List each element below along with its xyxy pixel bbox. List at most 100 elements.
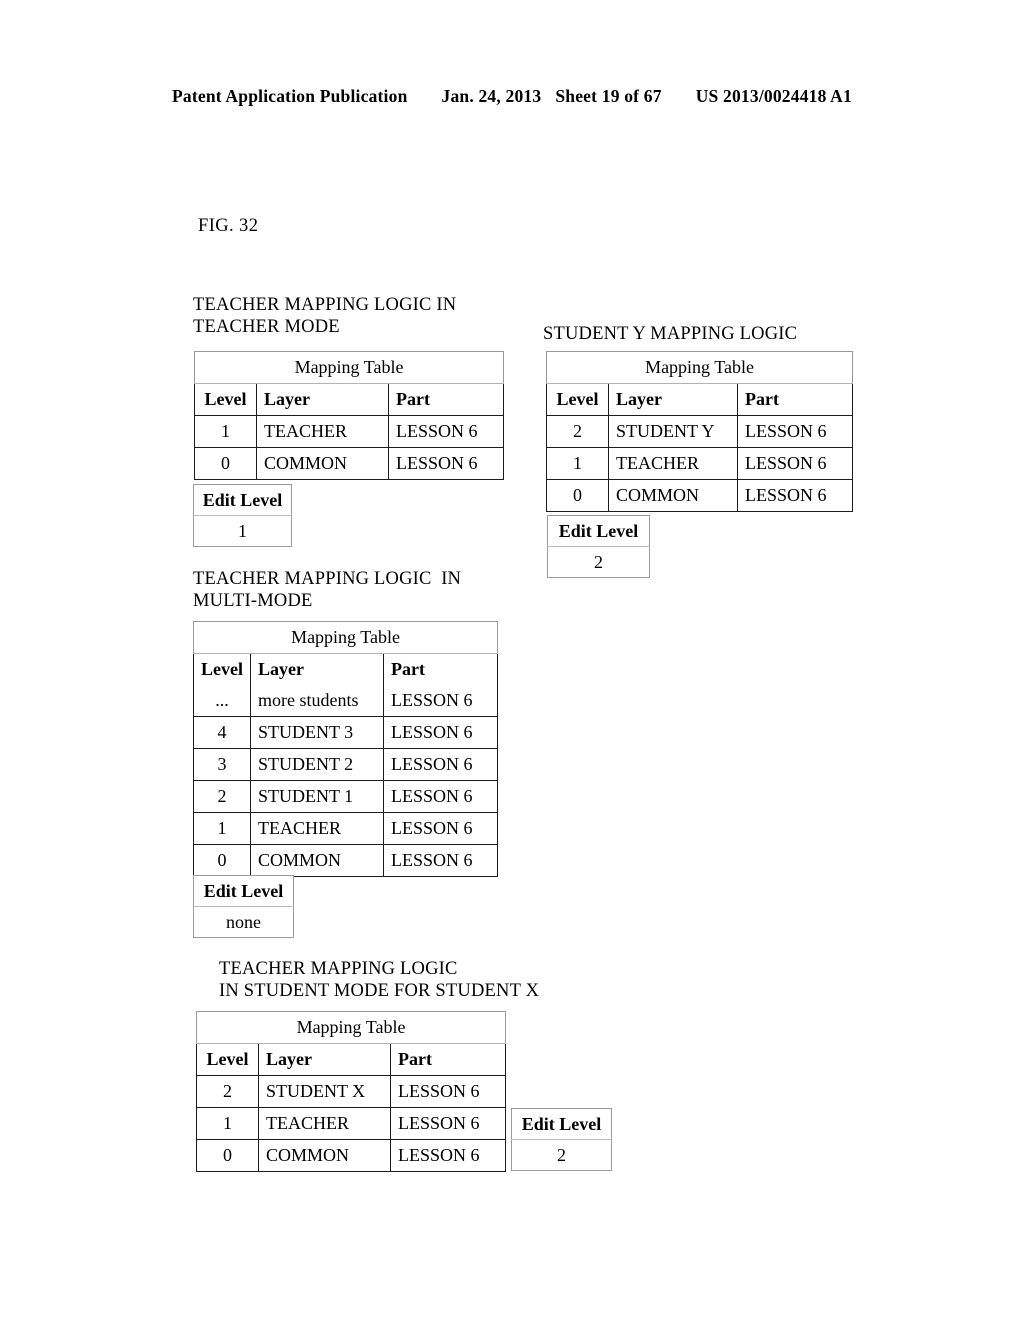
table-row: 2 STUDENT Y LESSON 6: [546, 415, 854, 448]
mapping-table-teacher-mode: Mapping Table Level Layer Part 1 TEACHER…: [193, 351, 505, 480]
cell-part: LESSON 6: [382, 844, 499, 877]
table-row: 0 COMMON LESSON 6: [193, 844, 499, 877]
mapping-table-title: Mapping Table: [192, 621, 499, 654]
table-row: 0 COMMON LESSON 6: [194, 447, 505, 480]
caption-student-x: TEACHER MAPPING LOGIC IN STUDENT MODE FO…: [219, 959, 540, 1001]
column-header-part: Part: [389, 1043, 507, 1076]
mapping-table-title: Mapping Table: [195, 1011, 507, 1044]
sheet-number: Sheet 19 of 67: [555, 86, 662, 106]
column-header-part: Part: [382, 653, 499, 685]
edit-level-value-row: none: [193, 906, 294, 938]
edit-level-value: none: [193, 906, 294, 938]
caption-student-y: STUDENT Y MAPPING LOGIC: [543, 324, 798, 344]
mapping-table-title: Mapping Table: [545, 351, 854, 384]
cell-level: 0: [193, 844, 251, 877]
cell-part: LESSON 6: [382, 748, 499, 781]
edit-level-label: Edit Level: [193, 875, 294, 907]
column-header-part: Part: [736, 383, 854, 416]
edit-level-header-row: Edit Level: [193, 484, 292, 516]
edit-level-header-row: Edit Level: [511, 1108, 612, 1140]
table-row: 3 STUDENT 2 LESSON 6: [193, 748, 499, 781]
edit-level-value: 1: [193, 515, 292, 547]
column-header-level: Level: [194, 383, 257, 416]
cell-part: LESSON 6: [382, 780, 499, 813]
table-row: 1 TEACHER LESSON 6: [193, 812, 499, 845]
cell-level: 1: [194, 415, 257, 448]
table-row: 1 TEACHER LESSON 6: [194, 415, 505, 448]
column-header-layer: Layer: [256, 383, 389, 416]
cell-part: LESSON 6: [387, 447, 505, 480]
table-row: 0 COMMON LESSON 6: [196, 1139, 507, 1172]
cell-layer: COMMON: [250, 844, 384, 877]
column-header-part: Part: [387, 383, 505, 416]
edit-level-box-teacher-mode: Edit Level 1: [193, 484, 292, 547]
cell-part: LESSON 6: [382, 685, 499, 717]
edit-level-label: Edit Level: [193, 484, 292, 516]
cell-part: LESSON 6: [736, 479, 854, 512]
edit-level-value: 2: [547, 546, 650, 578]
cell-part: LESSON 6: [387, 415, 505, 448]
cell-level: 0: [546, 479, 609, 512]
cell-layer: TEACHER: [258, 1107, 391, 1140]
cell-layer: COMMON: [256, 447, 389, 480]
publication-date: Jan. 24, 2013: [441, 86, 542, 106]
cell-level: 3: [193, 748, 251, 781]
caption-teacher-mode: TEACHER MAPPING LOGIC IN TEACHER MODE: [193, 295, 457, 337]
edit-level-value-row: 2: [547, 546, 650, 578]
cell-layer: TEACHER: [250, 812, 384, 845]
cell-level: 0: [196, 1139, 259, 1172]
edit-level-label: Edit Level: [547, 515, 650, 547]
edit-level-box-multi-mode: Edit Level none: [193, 875, 294, 938]
table-row: 4 STUDENT 3 LESSON 6: [193, 716, 499, 749]
cell-level: 1: [546, 447, 609, 480]
caption-multi-mode: TEACHER MAPPING LOGIC IN MULTI-MODE: [193, 569, 462, 611]
cell-part: LESSON 6: [382, 716, 499, 749]
cell-level: 1: [196, 1107, 259, 1140]
table-header-row: Level Layer Part: [546, 383, 854, 416]
edit-level-box-student-y: Edit Level 2: [547, 515, 650, 578]
cell-layer: COMMON: [608, 479, 738, 512]
table-header-row: Level Layer Part: [196, 1043, 507, 1076]
cell-layer: TEACHER: [608, 447, 738, 480]
cell-level: 0: [194, 447, 257, 480]
cell-part: LESSON 6: [389, 1075, 507, 1108]
column-header-layer: Layer: [250, 653, 384, 685]
table-row: 2 STUDENT X LESSON 6: [196, 1075, 507, 1108]
table-row: 2 STUDENT 1 LESSON 6: [193, 780, 499, 813]
column-header-level: Level: [193, 653, 251, 685]
table-row: 1 TEACHER LESSON 6: [546, 447, 854, 480]
cell-level: 4: [193, 716, 251, 749]
document-number: US 2013/0024418 A1: [695, 86, 852, 106]
edit-level-header-row: Edit Level: [547, 515, 650, 547]
figure-label: FIG. 32: [198, 216, 259, 236]
column-header-level: Level: [546, 383, 609, 416]
cell-level: 2: [193, 780, 251, 813]
mapping-table-multi-mode: Mapping Table Level Layer Part ... more …: [192, 621, 499, 877]
cell-level: 1: [193, 812, 251, 845]
cell-part: LESSON 6: [736, 447, 854, 480]
publication-header: Patent Application Publication Jan. 24, 2…: [0, 86, 1024, 107]
cell-layer: TEACHER: [256, 415, 389, 448]
edit-level-value: 2: [511, 1139, 612, 1171]
cell-level: 2: [196, 1075, 259, 1108]
cell-layer: STUDENT X: [258, 1075, 391, 1108]
table-row-ellipsis: ... more students LESSON 6: [193, 685, 499, 717]
column-header-layer: Layer: [608, 383, 738, 416]
table-header-row: Level Layer Part: [193, 653, 499, 685]
cell-part: LESSON 6: [389, 1107, 507, 1140]
cell-part: LESSON 6: [382, 812, 499, 845]
cell-level: ...: [193, 685, 251, 717]
mapping-table-title: Mapping Table: [193, 351, 505, 384]
publication-title: Patent Application Publication: [172, 86, 408, 106]
cell-level: 2: [546, 415, 609, 448]
table-title-row: Mapping Table: [195, 1011, 507, 1044]
edit-level-label: Edit Level: [511, 1108, 612, 1140]
cell-layer: STUDENT Y: [608, 415, 738, 448]
mapping-table-student-x: Mapping Table Level Layer Part 2 STUDENT…: [195, 1011, 507, 1172]
cell-layer: STUDENT 3: [250, 716, 384, 749]
edit-level-value-row: 1: [193, 515, 292, 547]
table-row: 0 COMMON LESSON 6: [546, 479, 854, 512]
column-header-layer: Layer: [258, 1043, 391, 1076]
column-header-level: Level: [196, 1043, 259, 1076]
mapping-table-student-y: Mapping Table Level Layer Part 2 STUDENT…: [545, 351, 854, 512]
